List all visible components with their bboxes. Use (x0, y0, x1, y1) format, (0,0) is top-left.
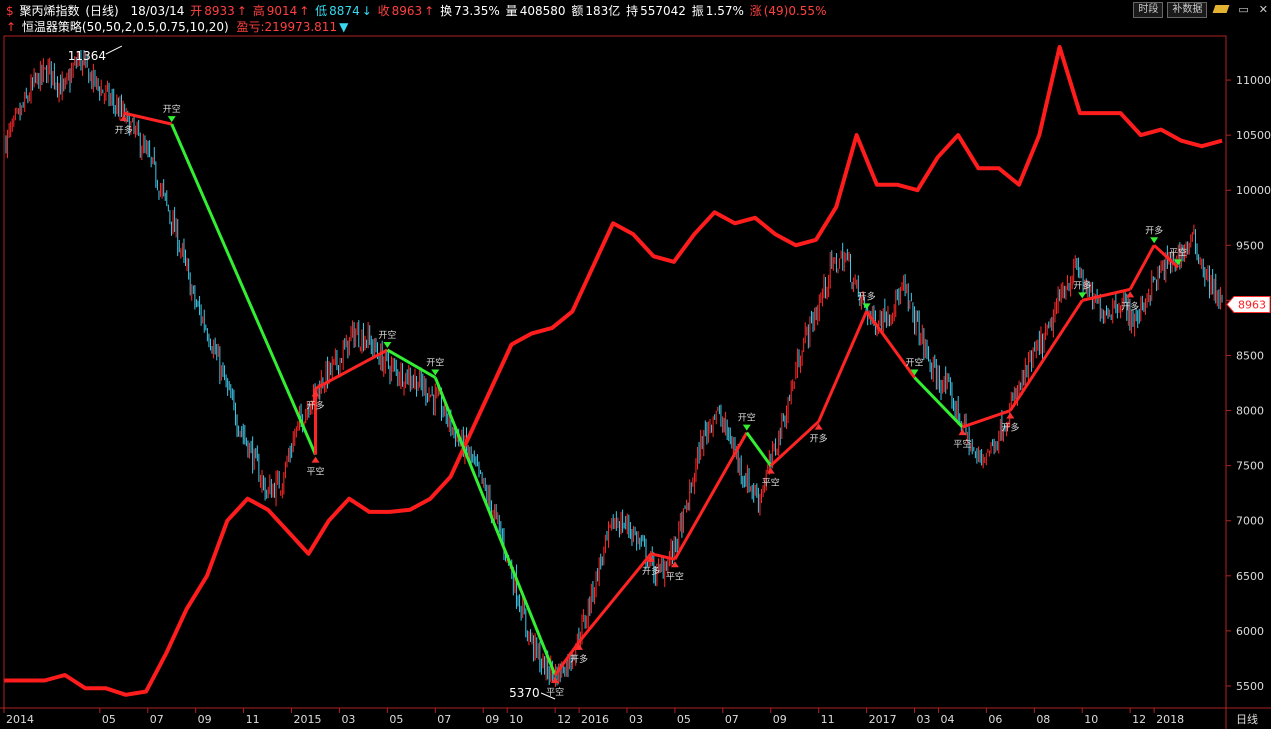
trade-link (433, 376, 557, 676)
sell-arrow-icon (862, 303, 871, 310)
price-tick-label: 8500 (1236, 349, 1264, 362)
time-tick-label: 08 (1036, 713, 1050, 726)
time-tick-label: 05 (677, 713, 691, 726)
time-tick-label: 11 (821, 713, 835, 726)
price-tick-label: 5500 (1236, 680, 1264, 693)
price-tick-label: 8000 (1236, 405, 1264, 418)
chart-window[interactable]: $ 聚丙烯指数 (日线) 18/03/14 开 8933 ↑ 高 9014 ↑ 低 887… (0, 0, 1271, 729)
equity-curve (4, 45, 1223, 697)
price-tick-label: 7000 (1236, 515, 1264, 528)
trade-label: 平空 (1169, 246, 1187, 258)
trade-link (817, 310, 868, 423)
high-mark-line (105, 45, 123, 55)
sell-arrow-icon (1150, 237, 1159, 244)
time-tick-label: 06 (988, 713, 1002, 726)
time-tick-label: 05 (389, 713, 403, 726)
time-tick-label: 09 (198, 713, 212, 726)
buy-arrow-icon (958, 429, 967, 436)
trade-link (745, 431, 772, 467)
trade-label: 平空 (306, 466, 324, 478)
sell-arrow-icon (383, 341, 392, 348)
time-tick-label: 10 (1084, 713, 1098, 726)
high-mark-label: 11364 (68, 49, 106, 63)
trade-label: 开多 (810, 433, 828, 445)
trade-label: 开多 (858, 290, 876, 302)
trade-label: 开多 (306, 400, 324, 412)
time-tick-label: 2018 (1156, 713, 1184, 726)
trade-link (1009, 299, 1084, 412)
trade-label: 平空 (953, 438, 971, 450)
price-tick-label: 6000 (1236, 625, 1264, 638)
time-tick-label: 2015 (294, 713, 322, 726)
sell-arrow-icon (167, 116, 176, 123)
trade-link (673, 431, 749, 561)
trade-label: 开多 (1073, 279, 1091, 291)
time-tick-label: 07 (150, 713, 164, 726)
time-tick-label: 03 (917, 713, 931, 726)
buy-arrow-icon (1126, 291, 1135, 298)
trade-link (1128, 244, 1156, 291)
price-tick-label: 6500 (1236, 570, 1264, 583)
sell-arrow-icon (1078, 292, 1087, 299)
price-tick-label: 9500 (1236, 239, 1264, 252)
last-price-label: 8963 (1238, 298, 1266, 311)
trade-label: 平空 (666, 570, 684, 582)
time-tick-label: 12 (1132, 713, 1146, 726)
trade-label: 开多 (570, 653, 588, 665)
time-tick-label: 05 (102, 713, 116, 726)
axes-layer: 5500600065007000750080008500900095001000… (0, 35, 1271, 729)
trade-label: 开多 (115, 124, 133, 136)
time-tick-label: 12 (557, 713, 571, 726)
time-tick-label: 10 (509, 713, 523, 726)
trade-label: 开多 (1145, 224, 1163, 236)
price-chart[interactable]: 开多开空平空开多开空开空平空开多开多平空开空平空开多开多开空平空开多开多开多开多… (0, 0, 1271, 729)
time-tick-label: 03 (341, 713, 355, 726)
trade-label: 开空 (906, 357, 924, 369)
equity-curve-layer (4, 45, 1223, 697)
time-tick-label: 07 (437, 713, 451, 726)
trade-links-layer: 开多开空平空开多开空开空平空开多开多平空开空平空开多开多开空平空开多开多开多开多… (115, 103, 1187, 698)
trade-label: 开多 (1001, 422, 1019, 434)
time-tick-label: 04 (940, 713, 954, 726)
time-tick-label: 2017 (869, 713, 897, 726)
trade-label: 开多 (1121, 300, 1139, 312)
trade-label: 开空 (378, 329, 396, 341)
buy-arrow-icon (1006, 412, 1015, 419)
price-tick-label: 7500 (1236, 460, 1264, 473)
trade-label: 平空 (762, 477, 780, 489)
time-tick-label: 07 (725, 713, 739, 726)
low-mark-label: 5370 (509, 686, 540, 700)
trade-label: 开多 (642, 565, 660, 577)
trade-label: 开空 (426, 357, 444, 369)
trade-label: 开空 (163, 103, 181, 115)
time-tick-label: 09 (773, 713, 787, 726)
buy-arrow-icon (311, 456, 320, 463)
price-tick-label: 11000 (1236, 74, 1271, 87)
price-tick-label: 10500 (1236, 129, 1271, 142)
trade-label: 开空 (738, 412, 756, 424)
sell-arrow-icon (742, 424, 751, 431)
time-tick-label: 2014 (6, 713, 34, 726)
time-tick-label: 11 (246, 713, 260, 726)
time-tick-label: 2016 (581, 713, 609, 726)
price-tick-label: 10000 (1236, 184, 1271, 197)
time-tick-label: 03 (629, 713, 643, 726)
axis-period-label: 日线 (1236, 712, 1258, 726)
time-tick-label: 09 (485, 713, 499, 726)
